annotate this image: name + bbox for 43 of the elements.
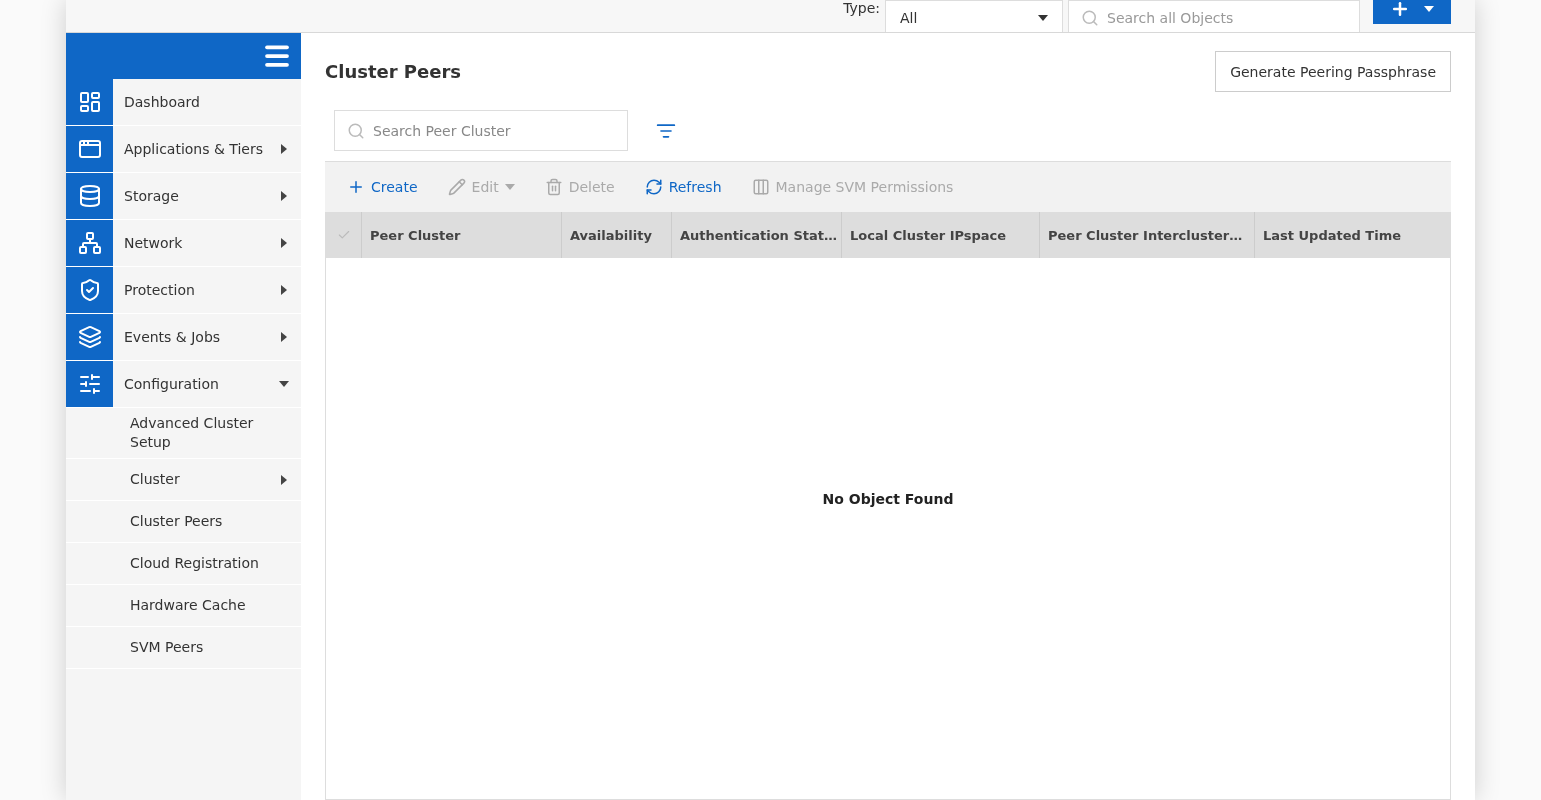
column-header[interactable]: Peer Cluster Intercluster… <box>1039 212 1254 258</box>
column-header[interactable]: Availability <box>561 212 671 258</box>
sidebar-item[interactable]: Protection <box>66 267 301 314</box>
sidebar-item[interactable]: Configuration <box>66 361 301 408</box>
refresh-icon <box>644 178 663 196</box>
pencil-icon <box>447 178 466 196</box>
hierarchy-icon <box>66 220 113 266</box>
generate-passphrase-button[interactable]: Generate Peering Passphrase <box>1215 51 1451 92</box>
caret-icon <box>1424 6 1434 12</box>
column-header[interactable]: Last Updated Time <box>1254 212 1450 258</box>
database-icon <box>66 173 113 219</box>
sidebar-subitem[interactable]: Hardware Cache <box>66 585 301 627</box>
sidebar-subitem[interactable]: Cluster <box>66 459 301 501</box>
sidebar-subitem[interactable]: Advanced Cluster Setup <box>66 408 301 459</box>
sidebar-item[interactable]: Dashboard <box>66 79 301 126</box>
type-select[interactable]: All <box>885 0 1063 32</box>
sidebar-subitem[interactable]: Cluster Peers <box>66 501 301 543</box>
search-icon <box>1081 9 1099 27</box>
empty-message: No Object Found <box>822 490 954 507</box>
search-icon <box>347 121 365 140</box>
add-button[interactable] <box>1373 0 1451 24</box>
columns-icon <box>751 178 770 196</box>
caret-icon <box>1038 15 1048 21</box>
page-title: Cluster Peers <box>325 61 462 82</box>
type-label: Type: <box>843 0 880 16</box>
shield-check-icon <box>66 267 113 313</box>
column-header[interactable]: Authentication Stat… <box>671 212 841 258</box>
sidebar-item[interactable]: Applications & Tiers <box>66 126 301 173</box>
toolbar-button[interactable]: Create <box>347 178 418 196</box>
sidebar-item[interactable]: Network <box>66 220 301 267</box>
window-icon <box>66 126 113 172</box>
toolbar-button[interactable]: Refresh <box>644 178 722 196</box>
sidebar-subitem[interactable]: SVM Peers <box>66 627 301 669</box>
sidebar-item[interactable]: Storage <box>66 173 301 220</box>
plus-icon <box>1390 0 1410 19</box>
trash-icon <box>544 178 563 196</box>
column-header[interactable]: Peer Cluster <box>361 212 561 258</box>
layers-icon <box>66 314 113 360</box>
column-header[interactable]: Local Cluster IPspace <box>841 212 1039 258</box>
search-field[interactable]: Search Peer Cluster <box>334 110 628 151</box>
plus-icon <box>347 178 365 196</box>
sidebar-item[interactable]: Events & Jobs <box>66 314 301 361</box>
sidebar-subitem[interactable]: Cloud Registration <box>66 543 301 585</box>
